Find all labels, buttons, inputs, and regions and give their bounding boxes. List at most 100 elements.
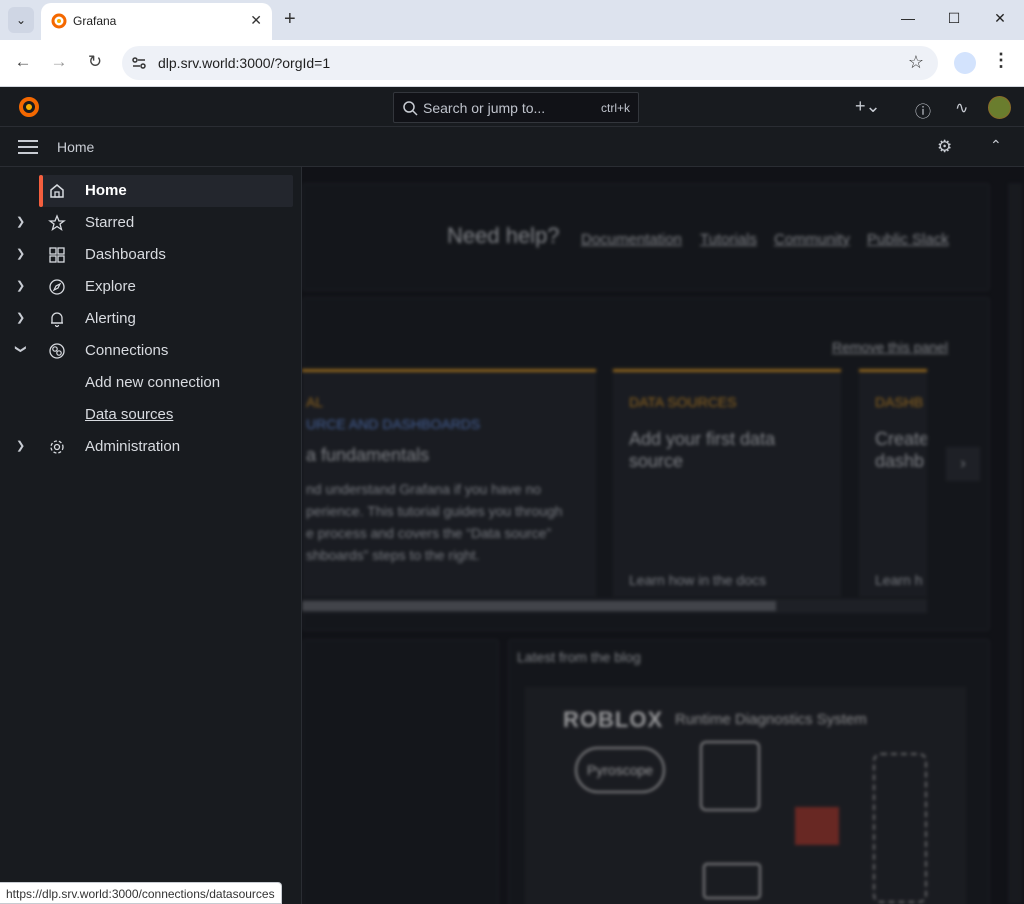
- card-title: Add your first data source: [629, 429, 776, 471]
- sidebar-item-connections[interactable]: ❯ Connections: [0, 335, 302, 367]
- sidebar-item-label: Alerting: [85, 310, 136, 327]
- chevron-down-icon[interactable]: ❯: [15, 345, 28, 355]
- news-feed-icon[interactable]: ∿: [955, 98, 968, 118]
- breadcrumb-bar: Home ⚙ ⌃: [0, 127, 1024, 167]
- sidebar-item-add-new-connection[interactable]: Add new connection: [85, 374, 220, 391]
- chevron-right-icon[interactable]: ❯: [16, 311, 26, 324]
- menu-icon[interactable]: [18, 140, 38, 154]
- collapse-icon[interactable]: ⌃: [990, 137, 1002, 154]
- browser-menu-icon[interactable]: ⋮: [992, 50, 1010, 71]
- sidebar-item-starred[interactable]: ❯ Starred: [0, 207, 302, 239]
- tab-search-button[interactable]: ⌄: [8, 7, 34, 33]
- bell-icon: [51, 312, 63, 328]
- community-link[interactable]: Community: [774, 231, 850, 248]
- back-icon[interactable]: ←: [12, 52, 34, 72]
- close-icon[interactable]: ✕: [250, 12, 262, 29]
- sidebar-item-home[interactable]: Home: [0, 175, 302, 207]
- card-title: Create: [875, 429, 927, 449]
- grafana-logo-icon[interactable]: [17, 95, 41, 119]
- blog-image[interactable]: ROBLOX Runtime Diagnostics System Pyrosc…: [525, 687, 966, 904]
- tutorials-link[interactable]: Tutorials: [700, 231, 757, 248]
- forward-icon[interactable]: →: [48, 52, 70, 72]
- sidebar-menu: Home ❯ Starred ❯ Dashboards ❯ Explore ❯ …: [0, 167, 302, 904]
- new-tab-button[interactable]: +: [284, 8, 296, 30]
- help-title: Need help?: [447, 223, 560, 248]
- user-avatar[interactable]: [988, 96, 1011, 119]
- dashboards-card[interactable]: DASHB Create dashb Learn h: [859, 369, 927, 597]
- home-icon: [50, 184, 64, 198]
- page-scrollbar[interactable]: [1008, 183, 1022, 904]
- blog-title: Latest from the blog: [517, 649, 641, 665]
- left-lower-panel: [302, 639, 499, 904]
- settings-gear-icon[interactable]: ⚙: [937, 137, 952, 157]
- maximize-button[interactable]: ☐: [944, 10, 964, 27]
- address-bar: ← → ↻ dlp.srv.world:3000/?orgId=1 ☆ ⋮: [0, 40, 1024, 87]
- diagram-node: [700, 741, 760, 811]
- omnibox[interactable]: dlp.srv.world:3000/?orgId=1 ☆: [122, 46, 938, 80]
- diagram-node: [703, 863, 761, 899]
- close-window-button[interactable]: ✕: [990, 10, 1010, 27]
- remove-panel-link[interactable]: Remove this panel: [832, 339, 948, 355]
- sidebar-item-label: Administration: [85, 438, 181, 455]
- learn-docs-link[interactable]: Learn h: [875, 572, 922, 588]
- card-kicker: AL: [306, 394, 324, 410]
- blog-subtitle: Runtime Diagnostics System: [675, 711, 867, 728]
- card-kicker: URCE AND DASHBOARDS: [306, 416, 481, 432]
- breadcrumb[interactable]: Home: [57, 139, 94, 155]
- chevron-right-icon[interactable]: ❯: [16, 439, 26, 452]
- sidebar-item-label: Starred: [85, 214, 135, 231]
- sidebar-item-label: Explore: [85, 278, 136, 295]
- profile-avatar[interactable]: [954, 52, 976, 74]
- card-kicker: DASHB: [875, 394, 924, 410]
- horizontal-scrollbar[interactable]: [302, 599, 927, 613]
- card-title: a fundamentals: [306, 445, 430, 465]
- search-input[interactable]: Search or jump to... ctrl+k: [393, 92, 639, 123]
- diagram-node: [873, 753, 927, 903]
- card-body-line: e process and covers the “Data source”: [306, 525, 552, 541]
- search-placeholder: Search or jump to...: [423, 100, 546, 116]
- status-bar-url: https://dlp.srv.world:3000/connections/d…: [0, 882, 282, 904]
- chevron-right-icon[interactable]: ❯: [16, 279, 26, 292]
- tutorial-card[interactable]: AL URCE AND DASHBOARDS a fundamentals nd…: [302, 369, 596, 597]
- keyboard-shortcut: ctrl+k: [600, 101, 630, 115]
- chevron-right-icon[interactable]: ❯: [16, 247, 26, 260]
- browser-tab[interactable]: Grafana ✕: [41, 3, 272, 40]
- search-icon: [403, 101, 418, 116]
- learn-docs-link[interactable]: Learn how in the docs: [629, 572, 766, 588]
- gear-icon: [50, 440, 64, 454]
- sidebar-item-label: Connections: [85, 342, 169, 359]
- public-slack-link[interactable]: Public Slack: [867, 231, 949, 248]
- tab-title: Grafana: [73, 14, 117, 28]
- data-sources-card[interactable]: DATA SOURCES Add your first data source …: [613, 369, 841, 597]
- sidebar-item-administration[interactable]: ❯ Administration: [0, 431, 302, 463]
- sidebar-item-dashboards[interactable]: ❯ Dashboards: [0, 239, 302, 271]
- documentation-link[interactable]: Documentation: [581, 231, 682, 248]
- bookmark-star-icon[interactable]: ☆: [908, 52, 924, 73]
- connections-icon: [49, 343, 65, 359]
- sidebar-item-data-sources[interactable]: Data sources: [85, 406, 173, 423]
- help-icon[interactable]: ⓘ: [915, 98, 931, 122]
- url-text: dlp.srv.world:3000/?orgId=1: [158, 55, 331, 71]
- minimize-button[interactable]: —: [898, 10, 918, 26]
- grafana-favicon: [51, 13, 67, 29]
- card-body-line: nd understand Grafana if you have no: [306, 481, 542, 497]
- grafana-app: Search or jump to... ctrl+k +⌄ ⓘ ∿ Home …: [0, 87, 1024, 904]
- chevron-right-icon[interactable]: ❯: [16, 215, 26, 228]
- reload-icon[interactable]: ↻: [84, 52, 106, 72]
- sidebar-item-alerting[interactable]: ❯ Alerting: [0, 303, 302, 335]
- card-kicker: DATA SOURCES: [629, 394, 737, 410]
- browser-tabbar: ⌄ Grafana ✕ + — ☐ ✕: [0, 0, 1024, 40]
- scrollbar-thumb[interactable]: [302, 601, 776, 611]
- card-body-line: shboards” steps to the right.: [306, 547, 480, 563]
- add-icon[interactable]: +⌄: [855, 96, 881, 117]
- carousel-next-button[interactable]: ›: [946, 447, 980, 481]
- card-title: dashb: [875, 451, 925, 471]
- blog-brand: ROBLOX: [563, 707, 664, 732]
- grid-icon: [49, 247, 65, 263]
- sidebar-item-explore[interactable]: ❯ Explore: [0, 271, 302, 303]
- pyroscope-node: Pyroscope: [575, 747, 665, 793]
- card-body-line: perience. This tutorial guides you throu…: [306, 503, 563, 519]
- site-info-icon[interactable]: [130, 54, 148, 72]
- sidebar-item-label: Home: [85, 182, 127, 199]
- star-icon: [48, 214, 66, 232]
